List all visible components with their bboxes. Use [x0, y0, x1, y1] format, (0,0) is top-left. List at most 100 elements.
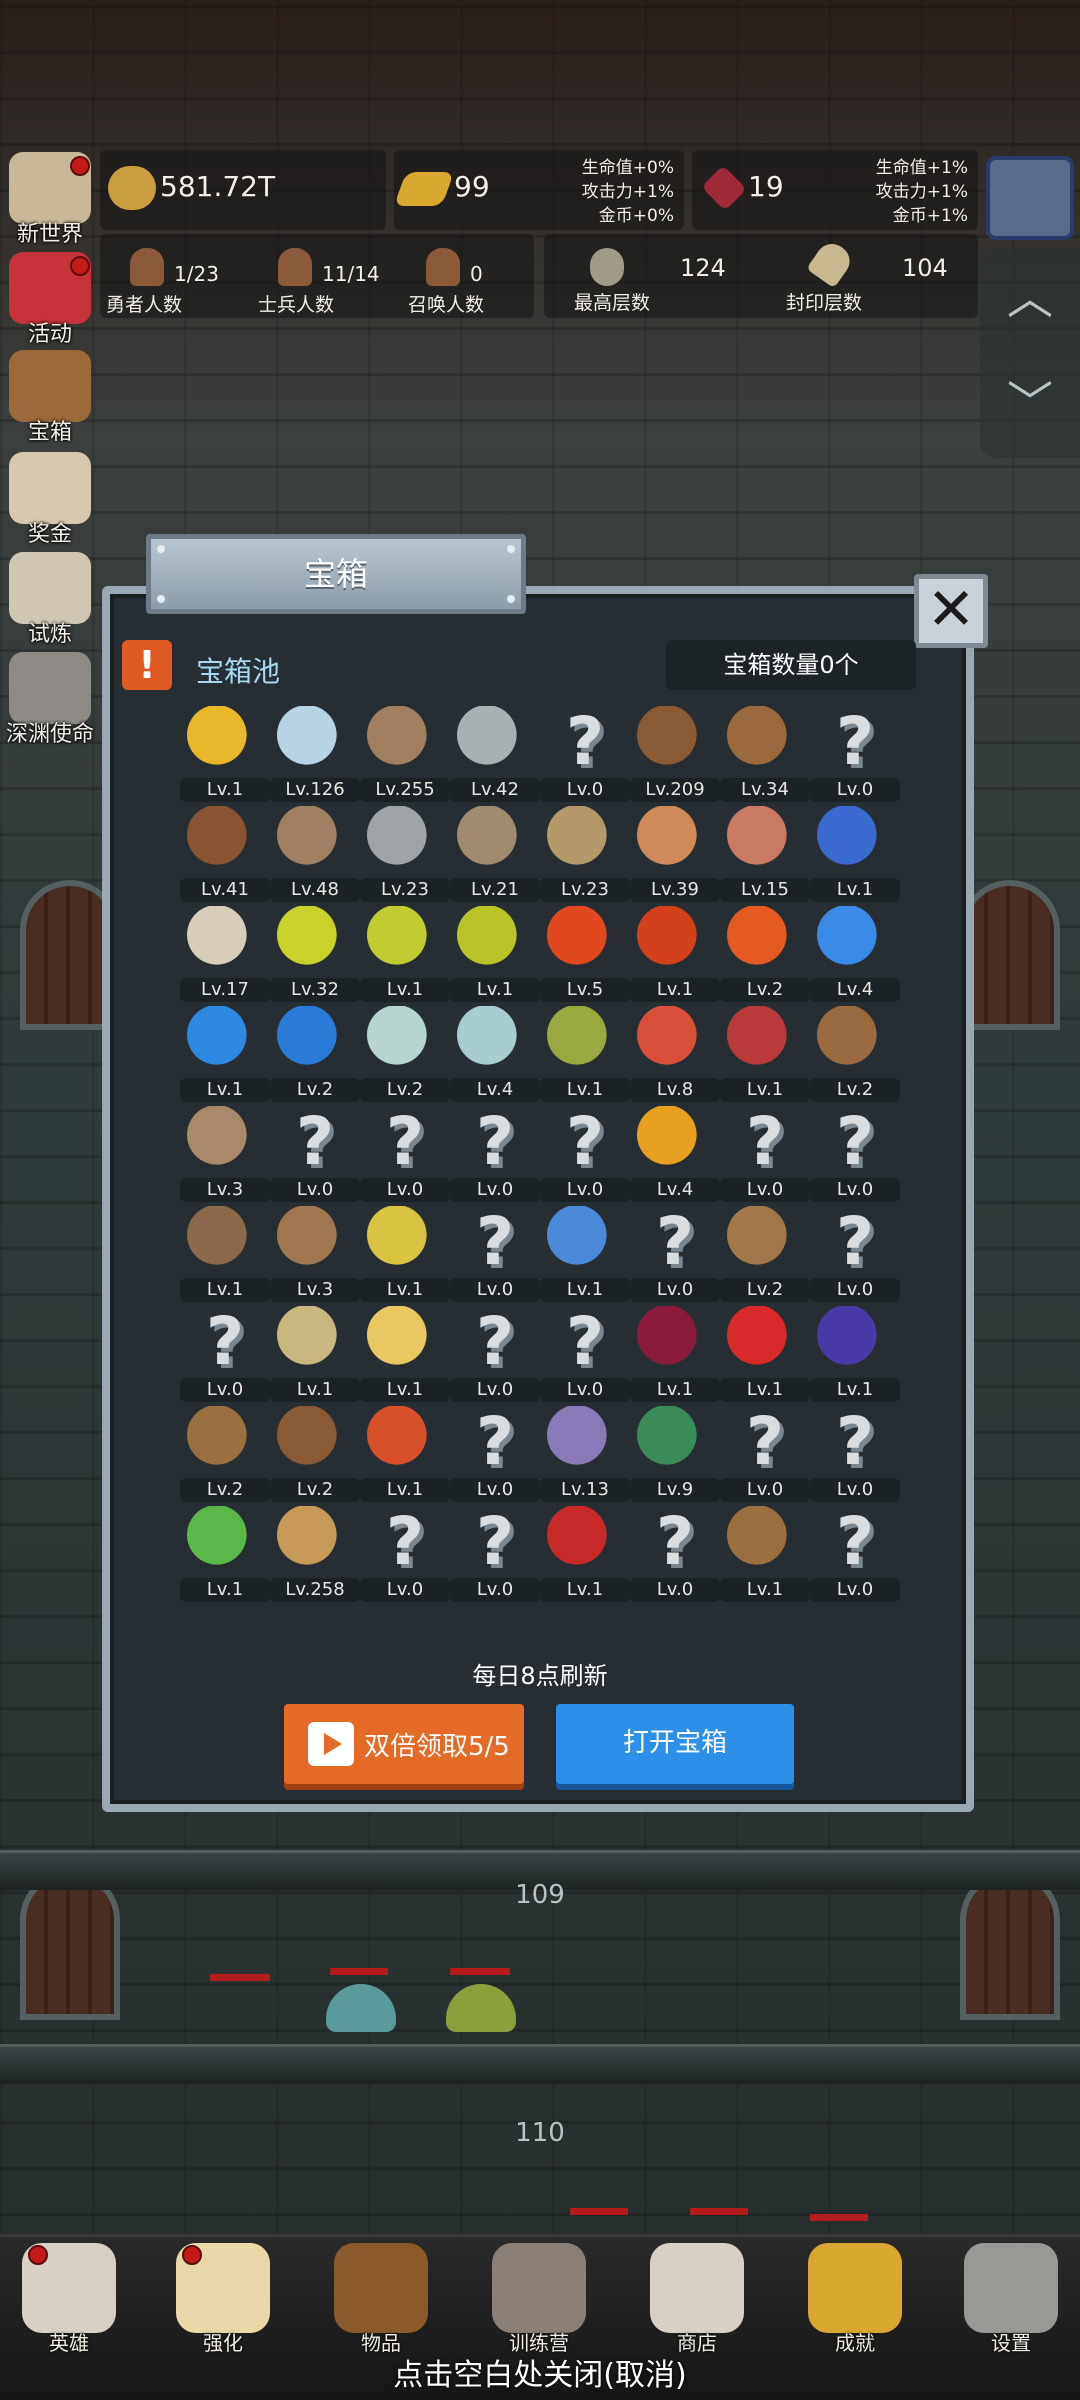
chest-item[interactable]: Lv.3	[180, 1100, 270, 1202]
item-level: Lv.0	[540, 778, 630, 802]
chest-item[interactable]: Lv.2	[360, 1000, 450, 1102]
chest-item[interactable]: Lv.2	[180, 1400, 270, 1502]
chest-item[interactable]: Lv.2	[270, 1000, 360, 1102]
chest-item[interactable]: Lv.2	[720, 1200, 810, 1302]
chest-item[interactable]: Lv.1	[360, 1200, 450, 1302]
chest-item[interactable]: Lv.3	[270, 1200, 360, 1302]
chest-item[interactable]: Lv.1	[720, 1000, 810, 1102]
chest-item[interactable]: Lv.2	[270, 1400, 360, 1502]
chest-item[interactable]: Lv.258	[270, 1500, 360, 1602]
chest-item[interactable]: Lv.2	[810, 1000, 900, 1102]
chest-item[interactable]: Lv.1	[180, 700, 270, 802]
chest-item[interactable]: Lv.9	[630, 1400, 720, 1502]
chest-item[interactable]: Lv.1	[540, 1500, 630, 1602]
side-menu-scroll-map[interactable]: 新世界	[0, 152, 100, 248]
chest-item[interactable]: ? Lv.0	[450, 1400, 540, 1502]
feather-icon	[9, 552, 91, 624]
chest-item[interactable]: Lv.1	[360, 1400, 450, 1502]
chest-item[interactable]: Lv.34	[720, 700, 810, 802]
nav-skull[interactable]: 英雄	[4, 2243, 134, 2356]
chest-item[interactable]: Lv.39	[630, 800, 720, 902]
side-menu-heart[interactable]: 活动	[0, 252, 100, 348]
chest-item[interactable]: Lv.1	[180, 1200, 270, 1302]
chest-item[interactable]: ? Lv.0	[540, 1300, 630, 1402]
nav-beer-mug[interactable]: 商店	[632, 2243, 762, 2356]
scroll-up-button[interactable]: ︿	[980, 248, 1080, 353]
chest-item[interactable]: ? Lv.0	[630, 1500, 720, 1602]
chest-item[interactable]: Lv.5	[540, 900, 630, 1002]
chest-item[interactable]: ? Lv.0	[810, 1500, 900, 1602]
nav-gear[interactable]: 设置	[946, 2243, 1076, 2356]
scroll-down-button[interactable]: ﹀	[980, 353, 1080, 458]
chest-item[interactable]: Lv.1	[630, 1300, 720, 1402]
chest-item[interactable]: Lv.1	[360, 900, 450, 1002]
chest-item[interactable]: ? Lv.0	[720, 1100, 810, 1202]
chest-item[interactable]: Lv.1	[810, 800, 900, 902]
nav-key[interactable]: 成就	[790, 2243, 920, 2356]
chest-item[interactable]: ? Lv.0	[360, 1500, 450, 1602]
chest-item[interactable]: Lv.32	[270, 900, 360, 1002]
chest-item[interactable]: ? Lv.0	[450, 1500, 540, 1602]
chest-item[interactable]: Lv.23	[360, 800, 450, 902]
item-level: Lv.4	[450, 1078, 540, 1102]
nav-lantern[interactable]: 训练营	[474, 2243, 604, 2356]
chest-item[interactable]: Lv.1	[270, 1300, 360, 1402]
chest-item[interactable]: Lv.42	[450, 700, 540, 802]
chest-item[interactable]: Lv.1	[360, 1300, 450, 1402]
close-button[interactable]: ✕	[914, 574, 988, 648]
chest-item[interactable]: Lv.126	[270, 700, 360, 802]
chest-item[interactable]: ? Lv.0	[450, 1300, 540, 1402]
chest-item[interactable]: ? Lv.0	[720, 1400, 810, 1502]
chest-item[interactable]: ? Lv.0	[270, 1100, 360, 1202]
slime-enemy[interactable]	[446, 1984, 516, 2032]
side-menu-chest[interactable]: 宝箱	[0, 350, 100, 446]
chest-item[interactable]: Lv.13	[540, 1400, 630, 1502]
chest-item[interactable]: Lv.1	[810, 1300, 900, 1402]
nav-candle[interactable]: 强化	[158, 2243, 288, 2356]
dismiss-hint[interactable]: 点击空白处关闭(取消)	[0, 2350, 1080, 2394]
side-menu-envelope[interactable]: 奖金	[0, 452, 100, 548]
open-chest-button[interactable]: 打开宝箱	[556, 1704, 794, 1784]
chest-item[interactable]: ? Lv.0	[810, 1100, 900, 1202]
chest-item[interactable]: ? Lv.0	[540, 1100, 630, 1202]
chest-item[interactable]: Lv.2	[720, 900, 810, 1002]
slime-enemy[interactable]	[326, 1984, 396, 2032]
chest-item[interactable]: Lv.1	[540, 1200, 630, 1302]
chest-item[interactable]: ? Lv.0	[360, 1100, 450, 1202]
double-claim-button[interactable]: 双倍领取5/5	[284, 1704, 524, 1784]
chest-item[interactable]: Lv.1	[180, 1000, 270, 1102]
chest-item[interactable]: Lv.1	[180, 1500, 270, 1602]
chest-item[interactable]: Lv.21	[450, 800, 540, 902]
chest-item[interactable]: ? Lv.0	[450, 1100, 540, 1202]
player-avatar[interactable]	[986, 156, 1074, 240]
chest-item[interactable]: Lv.255	[360, 700, 450, 802]
chest-item[interactable]: Lv.4	[810, 900, 900, 1002]
side-menu-feather[interactable]: 试炼	[0, 552, 100, 648]
chest-item[interactable]: Lv.23	[540, 800, 630, 902]
side-menu-orb[interactable]: 深渊使命	[0, 652, 100, 748]
chest-item[interactable]: Lv.1	[720, 1500, 810, 1602]
chest-item[interactable]: ? Lv.0	[180, 1300, 270, 1402]
chest-item[interactable]: ? Lv.0	[810, 1400, 900, 1502]
chest-item[interactable]: Lv.4	[450, 1000, 540, 1102]
chest-item[interactable]: Lv.1	[540, 1000, 630, 1102]
item-level: Lv.0	[810, 1578, 900, 1602]
nav-book[interactable]: 物品	[316, 2243, 446, 2356]
chest-item[interactable]: Lv.4	[630, 1100, 720, 1202]
chest-item[interactable]: ? Lv.0	[810, 700, 900, 802]
chest-item[interactable]: Lv.48	[270, 800, 360, 902]
green-wand-icon	[184, 1506, 266, 1578]
chest-item[interactable]: ? Lv.0	[630, 1200, 720, 1302]
chest-item[interactable]: Lv.209	[630, 700, 720, 802]
chest-item[interactable]: ? Lv.0	[810, 1200, 900, 1302]
chest-item[interactable]: Lv.17	[180, 900, 270, 1002]
chest-item[interactable]: Lv.1	[720, 1300, 810, 1402]
chest-item[interactable]: Lv.41	[180, 800, 270, 902]
chest-item[interactable]: Lv.8	[630, 1000, 720, 1102]
chest-item[interactable]: Lv.1	[450, 900, 540, 1002]
unknown-icon: ?	[385, 1503, 425, 1580]
chest-item[interactable]: Lv.1	[630, 900, 720, 1002]
chest-item[interactable]: ? Lv.0	[540, 700, 630, 802]
chest-item[interactable]: ? Lv.0	[450, 1200, 540, 1302]
chest-item[interactable]: Lv.15	[720, 800, 810, 902]
